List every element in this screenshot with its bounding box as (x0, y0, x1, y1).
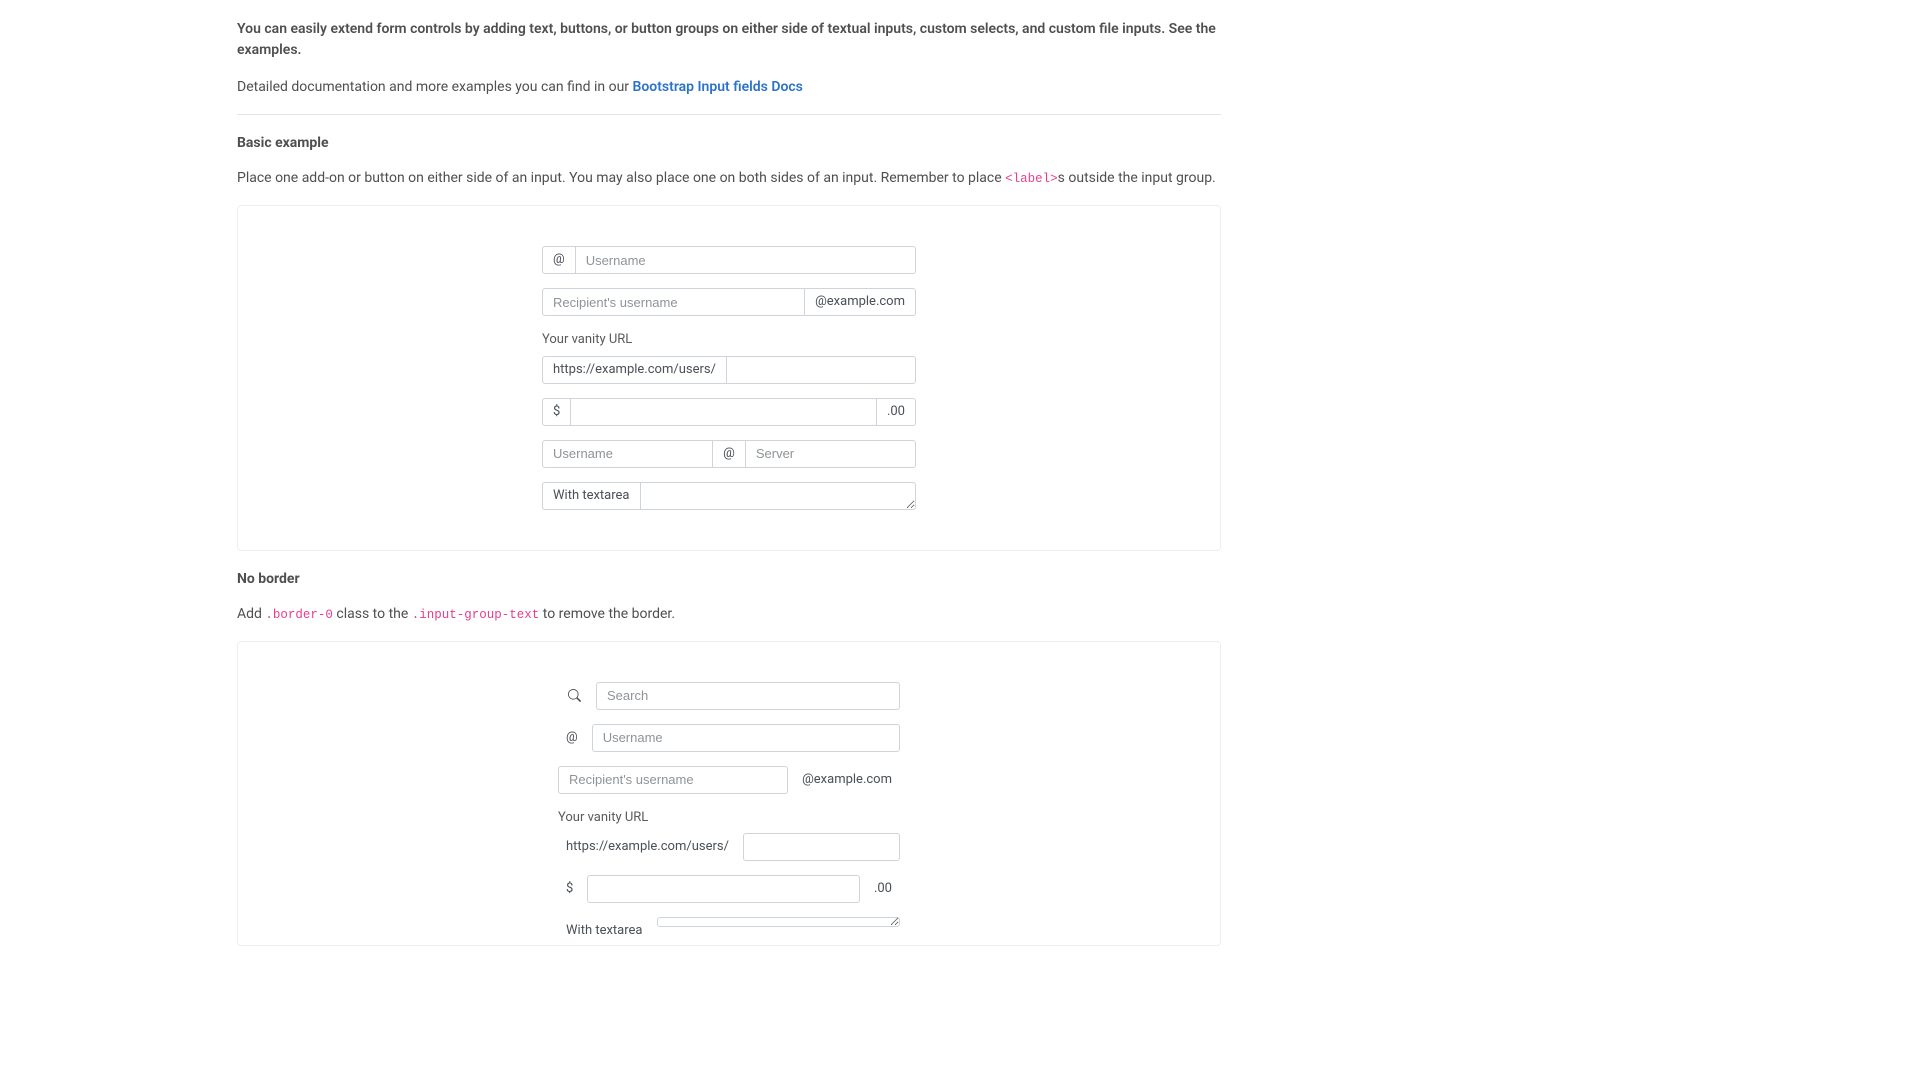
input-group-textarea: With textarea (542, 482, 916, 510)
textarea-input[interactable] (640, 482, 916, 510)
nb-desc-p3: to remove the border. (539, 606, 675, 622)
vanity-input[interactable] (726, 356, 916, 384)
recipient-input-nb[interactable] (558, 766, 788, 794)
textarea-input-nb[interactable] (657, 917, 900, 927)
addon-dollar-nb: $ (558, 875, 581, 903)
input-group-recipient: @example.com (542, 288, 916, 316)
basic-desc-prefix: Place one add-on or button on either sid… (237, 170, 1005, 186)
username-input-2[interactable] (542, 440, 713, 468)
addon-url-nb: https://example.com/users/ (558, 833, 737, 861)
intro-detail-prefix: Detailed documentation and more examples… (237, 79, 633, 95)
input-group-search-nb (558, 682, 900, 710)
vanity-url-label: Your vanity URL (542, 330, 916, 350)
amount-input-nb[interactable] (587, 875, 860, 903)
intro-detail: Detailed documentation and more examples… (237, 77, 1221, 98)
nb-desc-p1: Add (237, 606, 265, 622)
input-group-username-nb: @ (558, 724, 900, 752)
input-group-amount-nb: $ .00 (558, 875, 900, 903)
label-code: <label> (1005, 172, 1058, 186)
amount-input[interactable] (570, 398, 877, 426)
basic-desc-suffix: s outside the input group. (1058, 170, 1216, 186)
addon-at: @ (542, 246, 576, 274)
recipient-input[interactable] (542, 288, 805, 316)
input-group-textarea-nb: With textarea (558, 917, 900, 945)
addon-textarea: With textarea (542, 482, 641, 510)
addon-at-nb: @ (558, 724, 586, 752)
input-group-amount: $ .00 (542, 398, 916, 426)
input-group-text-code: .input-group-text (412, 608, 540, 622)
no-border-example-box: @ @example.com Your vanity URL https://e… (237, 641, 1221, 947)
search-icon (566, 688, 582, 704)
basic-example-title: Basic example (237, 133, 1221, 154)
docs-link[interactable]: Bootstrap Input fields Docs (633, 79, 803, 95)
search-input-nb[interactable] (596, 682, 900, 710)
vanity-url-label-nb: Your vanity URL (558, 808, 900, 828)
border-0-code: .border-0 (265, 608, 333, 622)
basic-example-desc: Place one add-on or button on either sid… (237, 168, 1221, 189)
addon-at-middle: @ (712, 440, 746, 468)
input-group-username: @ (542, 246, 916, 274)
no-border-title: No border (237, 569, 1221, 590)
input-group-vanity-nb: https://example.com/users/ (558, 833, 900, 861)
username-input[interactable] (575, 246, 916, 274)
addon-domain: @example.com (804, 288, 916, 316)
addon-cents: .00 (876, 398, 916, 426)
vanity-input-nb[interactable] (743, 833, 900, 861)
addon-search-nb (558, 682, 590, 710)
addon-dollar: $ (542, 398, 571, 426)
divider (237, 114, 1221, 115)
input-group-user-server: @ (542, 440, 916, 468)
server-input[interactable] (745, 440, 916, 468)
addon-domain-nb: @example.com (794, 766, 900, 794)
addon-textarea-nb: With textarea (558, 917, 651, 945)
addon-url: https://example.com/users/ (542, 356, 727, 384)
intro-lead: You can easily extend form controls by a… (237, 19, 1221, 61)
nb-desc-p2: class to the (333, 606, 412, 622)
no-border-desc: Add .border-0 class to the .input-group-… (237, 604, 1221, 625)
input-group-recipient-nb: @example.com (558, 766, 900, 794)
basic-example-box: @ @example.com Your vanity URL https://e… (237, 205, 1221, 551)
username-input-nb[interactable] (592, 724, 900, 752)
input-group-vanity: https://example.com/users/ (542, 356, 916, 384)
addon-cents-nb: .00 (866, 875, 900, 903)
